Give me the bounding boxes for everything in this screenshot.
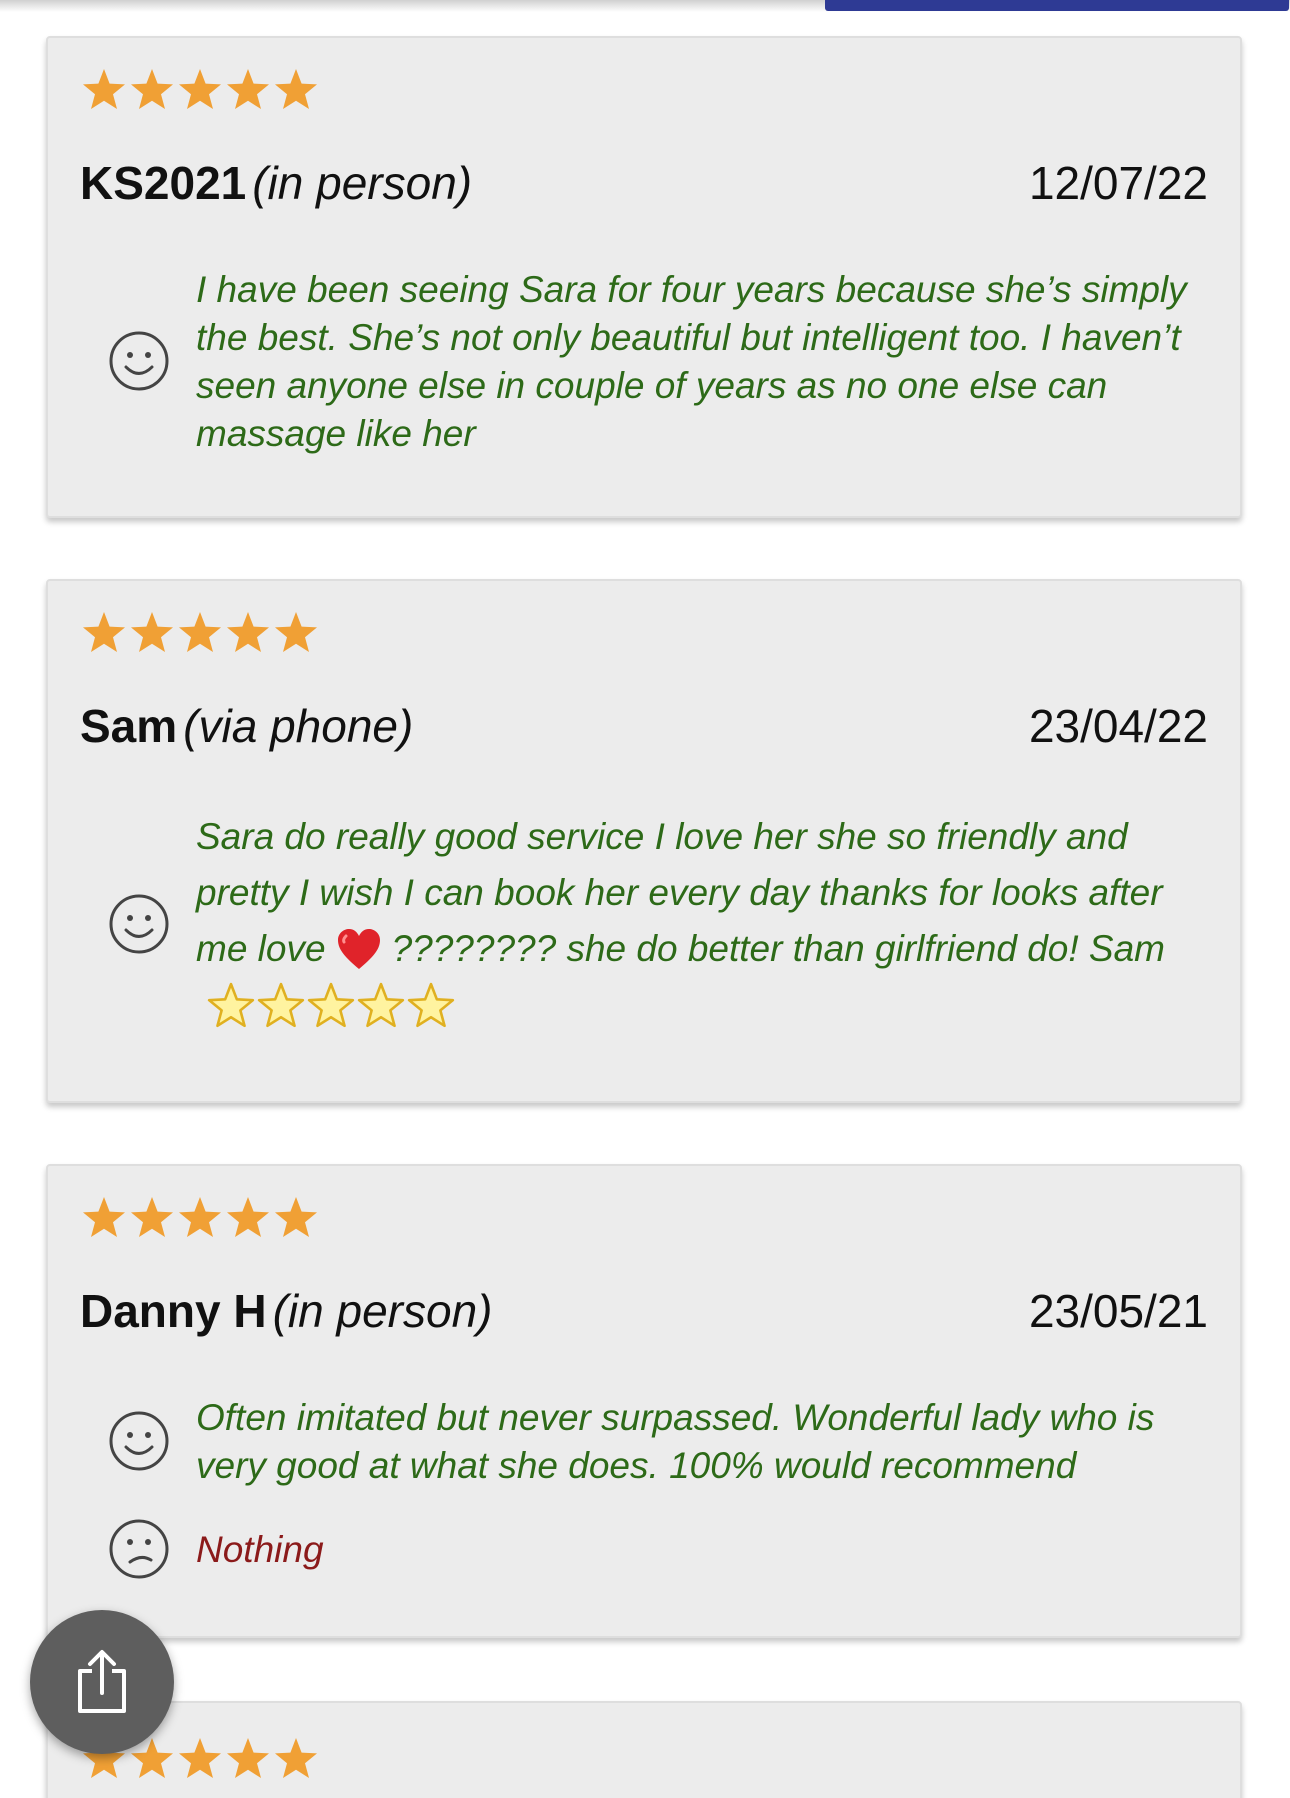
- reviewer-name: KS2021: [80, 157, 247, 209]
- review-card: Danny H (in person) 23/05/21 Often imita…: [46, 1164, 1242, 1638]
- review-header: Danny H (in person) 23/05/21: [80, 1284, 1208, 1338]
- reviews-page: KS2021 (in person) 12/07/22 I have been …: [0, 0, 1290, 1798]
- negative-comment: Nothing: [196, 1526, 1208, 1574]
- rating-star-icon: [227, 69, 269, 109]
- review-date: 12/07/22: [1028, 157, 1208, 209]
- star-rating: [80, 1194, 320, 1246]
- smiley-face-icon: [109, 1411, 169, 1471]
- rating-star-icon: [275, 69, 317, 109]
- share-button[interactable]: [30, 1610, 174, 1754]
- review-card: [46, 1701, 1242, 1798]
- red-heart-emoji-icon: [337, 929, 380, 969]
- negative-text: Nothing: [196, 1529, 324, 1570]
- positive-comment: I have been seeing Sara for four years b…: [196, 266, 1208, 458]
- reviewer-name: Danny H: [80, 1285, 267, 1337]
- review-header: Sam (via phone) 23/04/22: [80, 699, 1208, 753]
- star-emoji-icon: [257, 982, 305, 1028]
- rating-star-icon: [131, 1197, 173, 1237]
- star-emoji-icon: [357, 982, 405, 1028]
- rating-star-icon: [83, 1197, 125, 1237]
- star-emoji-icon: [407, 982, 455, 1028]
- review-card: KS2021 (in person) 12/07/22 I have been …: [46, 36, 1242, 518]
- emoji-stars: [206, 981, 456, 1047]
- review-header: KS2021 (in person) 12/07/22: [80, 156, 1208, 210]
- rating-star-icon: [275, 1738, 317, 1778]
- rating-star-icon: [131, 612, 173, 652]
- contact-method: (via phone): [183, 700, 414, 752]
- rating-star-icon: [179, 612, 221, 652]
- star-rating: [80, 66, 320, 118]
- share-icon: [78, 1650, 126, 1713]
- rating-star-icon: [83, 69, 125, 109]
- rating-star-icon: [275, 612, 317, 652]
- scroll-progress-bar: [825, 0, 1289, 11]
- review-card: Sam (via phone) 23/04/22 Sara do really …: [46, 579, 1242, 1103]
- rating-star-icon: [179, 1738, 221, 1778]
- positive-comment: Often imitated but never surpassed. Wond…: [196, 1394, 1208, 1490]
- rating-star-icon: [179, 1197, 221, 1237]
- positive-text: Often imitated but never surpassed. Wond…: [196, 1397, 1155, 1486]
- rating-star-icon: [275, 1197, 317, 1237]
- positive-comment: Sara do really good service I love her s…: [196, 809, 1208, 1047]
- star-emoji-icon: [307, 982, 355, 1028]
- rating-star-icon: [131, 69, 173, 109]
- rating-star-icon: [83, 612, 125, 652]
- positive-text-part2: ???????? she do better than girlfriend d…: [391, 928, 1165, 969]
- star-emoji-icon: [207, 982, 255, 1028]
- positive-text: I have been seeing Sara for four years b…: [196, 269, 1187, 454]
- rating-star-icon: [227, 1738, 269, 1778]
- rating-star-icon: [227, 1197, 269, 1237]
- review-date: 23/05/21: [1028, 1285, 1208, 1337]
- reviewer-name: Sam: [80, 700, 178, 752]
- smiley-face-icon: [109, 894, 169, 954]
- sad-face-icon: [109, 1519, 169, 1579]
- contact-method: (in person): [252, 157, 473, 209]
- star-rating: [80, 609, 320, 661]
- contact-method: (in person): [272, 1285, 493, 1337]
- review-date: 23/04/22: [1028, 700, 1208, 752]
- rating-star-icon: [227, 612, 269, 652]
- positive-text: Sara do really good service I love her s…: [196, 809, 1208, 1047]
- smiley-face-icon: [109, 331, 169, 391]
- rating-star-icon: [179, 69, 221, 109]
